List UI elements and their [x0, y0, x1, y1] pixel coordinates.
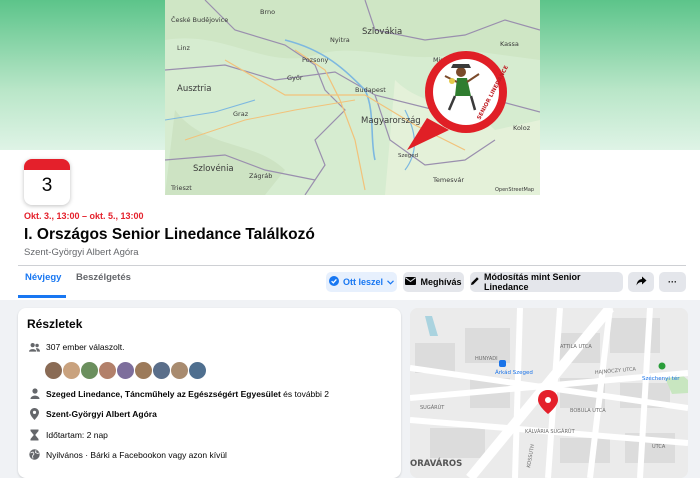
map-label-brno: Brno: [260, 8, 275, 16]
street-label-kalvaria: KÁLVÁRIA SUGÁRÚT: [525, 428, 576, 435]
avatar[interactable]: [98, 361, 117, 380]
place-label-szechenyi: Széchenyi tér: [642, 375, 680, 382]
share-button[interactable]: [628, 272, 654, 292]
event-location-link[interactable]: Szent-Györgyi Albert Agóra: [24, 247, 139, 258]
tab-discussion[interactable]: Beszélgetés: [76, 272, 131, 283]
street-label-utca: UTCA: [652, 444, 666, 450]
map-label-nyitra: Nyitra: [330, 36, 350, 44]
person-icon: [29, 388, 40, 399]
avatar[interactable]: [170, 361, 189, 380]
avatar[interactable]: [62, 361, 81, 380]
map-label-kosice: Kassa: [500, 40, 519, 48]
more-icon: ···: [668, 277, 677, 287]
responded-row: 307 ember válaszolt.: [29, 341, 124, 352]
map-label-koloz: Koloz: [513, 124, 531, 132]
avatar[interactable]: [188, 361, 207, 380]
edit-button-label: Módosítás mint Senior Linedance: [484, 272, 581, 292]
event-title: I. Országos Senior Linedance Találkozó: [24, 226, 315, 243]
location-pin-icon: [29, 407, 40, 420]
people-icon: [29, 341, 40, 352]
calendar-day: 3: [41, 175, 53, 196]
map-credit: OpenStreetMap: [495, 187, 534, 193]
more-options-button[interactable]: ···: [659, 272, 686, 292]
invite-button[interactable]: Meghívás: [403, 272, 464, 292]
event-cover-image[interactable]: Szlovákia Ausztria Magyarország Szlovéni…: [165, 0, 540, 195]
duration-text: Időtartam: 2 nap: [46, 429, 108, 440]
check-circle-icon: [328, 276, 339, 288]
map-label-trieszt: Trieszt: [170, 184, 192, 192]
calendar-badge-header: [24, 159, 70, 170]
going-button-label: Ott leszel: [342, 277, 383, 287]
organizers-more[interactable]: és további 2: [281, 389, 329, 399]
district-label: ORAVÁROS: [410, 457, 462, 469]
venue-row: Szent-Györgyi Albert Agóra: [29, 407, 157, 420]
calendar-badge: 3: [24, 159, 70, 205]
map-label-slovenia: Szlovénia: [193, 163, 234, 174]
venue-street-map[interactable]: SUGÁRÚT KÁLVÁRIA SUGÁRÚT BOBULA UTCA HAJ…: [410, 308, 688, 478]
visibility-row: Nyilvános · Bárki a Facebookon vagy azon…: [29, 449, 227, 460]
duration-row: Időtartam: 2 nap: [29, 429, 108, 440]
organizers-link[interactable]: Szeged Linedance, Táncműhely az Egészség…: [46, 389, 281, 399]
active-tab-underline: [18, 295, 66, 298]
avatar[interactable]: [152, 361, 171, 380]
chevron-down-icon: [387, 277, 394, 287]
map-label-austria: Ausztria: [177, 84, 212, 94]
share-arrow-icon: [636, 276, 647, 288]
place-label-arkad: Árkád Szeged: [495, 369, 533, 376]
globe-icon: [29, 449, 40, 460]
map-label-budapest: Budapest: [355, 86, 386, 94]
map-label-gyor: Győr: [287, 73, 303, 82]
header-divider: [18, 265, 686, 266]
tab-about[interactable]: Névjegy: [25, 272, 61, 283]
street-label-hunyadi: HUNYADI: [475, 356, 498, 362]
visibility-text: Nyilvános · Bárki a Facebookon vagy azon…: [46, 449, 227, 460]
map-label-ceske: České Budějovice: [171, 15, 228, 24]
avatar[interactable]: [134, 361, 153, 380]
going-button[interactable]: Ott leszel: [326, 272, 397, 292]
venue-link[interactable]: Szent-Györgyi Albert Agóra: [46, 409, 157, 419]
details-title: Részletek: [27, 317, 83, 331]
map-label-pozsony: Pozsony: [302, 56, 329, 64]
map-label-slovakia: Szlovákia: [362, 27, 402, 37]
responded-count: 307 ember válaszolt.: [46, 341, 125, 352]
avatar[interactable]: [116, 361, 135, 380]
avatar[interactable]: [44, 361, 63, 380]
organizers-row: Szeged Linedance, Táncműhely az Egészség…: [29, 388, 329, 399]
responder-avatars[interactable]: [44, 361, 207, 380]
invite-button-label: Meghívás: [420, 277, 462, 287]
map-label-hungary: Magyarország: [361, 116, 421, 126]
street-label-sugarut: SUGÁRÚT: [420, 404, 445, 411]
hourglass-icon: [29, 429, 40, 440]
envelope-icon: [405, 277, 417, 287]
map-label-temesvar: Temesvár: [432, 176, 464, 184]
map-label-zagreb: Zágráb: [249, 172, 272, 180]
map-label-graz: Graz: [233, 110, 249, 118]
street-label-bobula: BOBULA UTCA: [570, 408, 606, 414]
pencil-icon: [470, 276, 480, 288]
event-date-range: Okt. 3., 13:00 – okt. 5., 13:00: [24, 211, 144, 221]
avatar[interactable]: [80, 361, 99, 380]
street-label-attila: ATTILA UTCA: [560, 344, 592, 350]
map-label-szeged: Szeged: [398, 153, 418, 159]
details-card: Részletek 307 ember válaszolt. Szeged Li…: [18, 308, 401, 478]
map-label-linz: Linz: [177, 44, 191, 52]
edit-button[interactable]: Módosítás mint Senior Linedance: [470, 272, 623, 292]
